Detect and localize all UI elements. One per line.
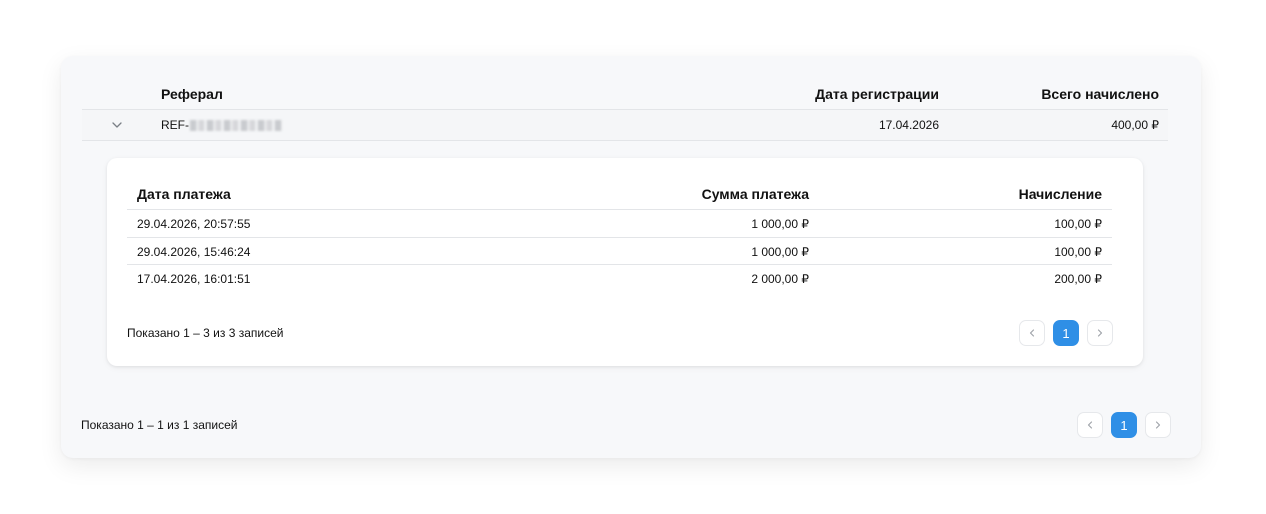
registration-date-cell: 17.04.2026 (878, 118, 939, 132)
chevron-left-icon (1029, 329, 1035, 337)
payments-pagination: 1 (1019, 320, 1113, 346)
payments-table: Дата платежа Сумма платежа Начисление 29… (127, 158, 1112, 293)
chevron-down-icon[interactable] (110, 118, 124, 132)
chevron-right-icon (1155, 421, 1161, 429)
accrual-cell: 100,00 ₽ (1054, 217, 1102, 231)
accrual-cell: 100,00 ₽ (1054, 244, 1102, 259)
payment-amount-cell: 2 000,00 ₽ (751, 272, 809, 286)
header-referral: Реферал (161, 86, 223, 102)
referral-code: REF- (161, 118, 282, 132)
referrals-table-header: Реферал Дата регистрации Всего начислено (82, 56, 1168, 110)
payments-records-info: Показано 1 – 3 из 3 записей (127, 326, 284, 340)
accrual-cell: 200,00 ₽ (1054, 272, 1102, 286)
page-button-current[interactable]: 1 (1111, 412, 1137, 438)
header-registration-date: Дата регистрации (815, 86, 939, 102)
payments-table-header: Дата платежа Сумма платежа Начисление (127, 158, 1112, 210)
next-page-button[interactable] (1145, 412, 1171, 438)
payment-amount-cell: 1 000,00 ₽ (751, 244, 809, 259)
payment-date-cell: 29.04.2026, 15:46:24 (137, 244, 251, 259)
chevron-right-icon (1097, 329, 1103, 337)
payment-date-cell: 17.04.2026, 16:01:51 (137, 272, 251, 286)
referral-code-prefix: REF- (161, 118, 189, 132)
header-accrual: Начисление (1018, 186, 1102, 202)
referrals-card: Реферал Дата регистрации Всего начислено… (61, 56, 1201, 458)
prev-page-button[interactable] (1077, 412, 1103, 438)
total-accrued-cell: 400,00 ₽ (1111, 118, 1159, 132)
payments-details-card: Дата платежа Сумма платежа Начисление 29… (107, 158, 1143, 366)
prev-page-button[interactable] (1019, 320, 1045, 346)
next-page-button[interactable] (1087, 320, 1113, 346)
header-payment-date: Дата платежа (137, 186, 231, 202)
payment-amount-cell: 1 000,00 ₽ (751, 217, 809, 231)
table-row: 29.04.2026, 15:46:24 1 000,00 ₽ 100,00 ₽ (127, 238, 1112, 265)
referrals-records-info: Показано 1 – 1 из 1 записей (81, 418, 238, 432)
referral-row[interactable]: REF- 17.04.2026 400,00 ₽ (82, 110, 1168, 141)
table-row: 17.04.2026, 16:01:51 2 000,00 ₽ 200,00 ₽ (127, 265, 1112, 293)
referrals-pagination: 1 (1077, 412, 1171, 438)
table-row: 29.04.2026, 20:57:55 1 000,00 ₽ 100,00 ₽ (127, 210, 1112, 238)
chevron-left-icon (1087, 421, 1093, 429)
header-total-accrued: Всего начислено (1041, 86, 1159, 102)
header-payment-amount: Сумма платежа (701, 186, 809, 202)
page-button-current[interactable]: 1 (1053, 320, 1079, 346)
referral-code-redacted (190, 119, 282, 131)
payment-date-cell: 29.04.2026, 20:57:55 (137, 217, 251, 231)
